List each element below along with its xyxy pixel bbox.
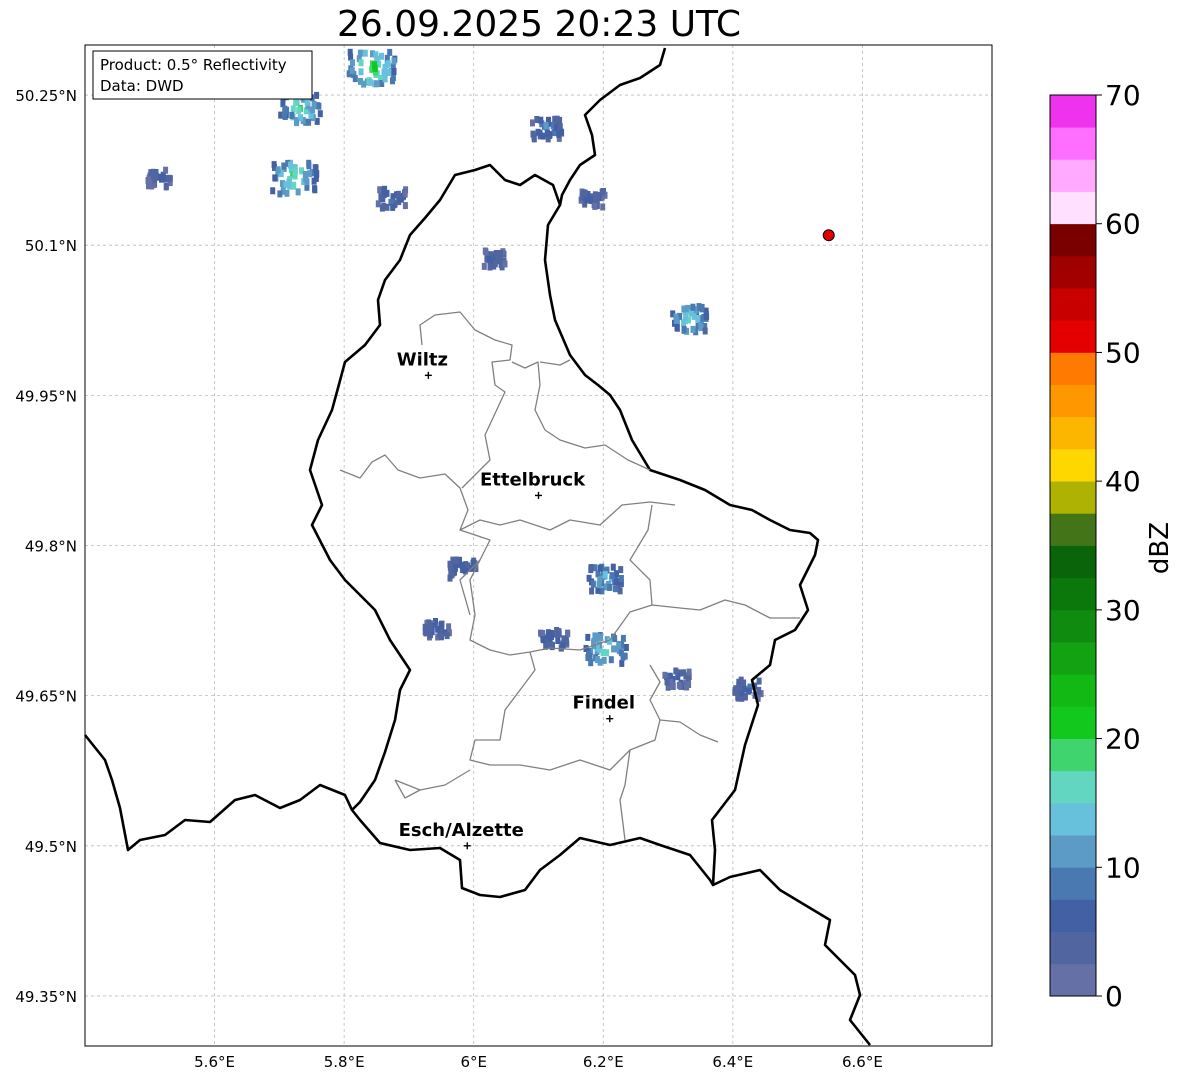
colorbar-cell — [1050, 706, 1096, 739]
colorbar-cell — [1050, 448, 1096, 482]
colorbar-cell — [1050, 191, 1096, 225]
colorbar-cell — [1050, 835, 1096, 868]
colorbar-tick-label: 20 — [1105, 723, 1141, 756]
colorbar-tick-label: 70 — [1105, 79, 1141, 112]
colorbar-cell — [1050, 577, 1096, 611]
colorbar-cell — [1050, 770, 1096, 804]
colorbar-label: dBZ — [1145, 522, 1175, 574]
colorbar-cell — [1050, 288, 1096, 321]
colorbar-cell — [1050, 609, 1096, 643]
colorbar-ticks: 0 10 20 30 40 50 60 70 — [1096, 79, 1141, 1013]
colorbar-cell — [1050, 127, 1096, 160]
colorbar-cell — [1050, 481, 1096, 514]
colorbar: 0 10 20 30 40 50 60 70 dBZ — [1049, 79, 1175, 1013]
colorbar-cells — [1050, 95, 1096, 997]
colorbar-cell — [1050, 95, 1096, 128]
colorbar-cell — [1050, 931, 1096, 965]
colorbar-cell — [1050, 963, 1096, 997]
colorbar-cell — [1050, 416, 1096, 450]
colorbar-cell — [1050, 255, 1096, 289]
colorbar-cell — [1050, 384, 1096, 418]
colorbar-cell — [1050, 223, 1096, 257]
colorbar-cell — [1050, 642, 1096, 675]
colorbar-cell — [1050, 802, 1096, 836]
colorbar-cell — [1050, 545, 1096, 579]
colorbar-tick-label: 40 — [1105, 465, 1141, 498]
colorbar-cell — [1050, 738, 1096, 772]
colorbar-tick-label: 50 — [1105, 336, 1141, 369]
colorbar-cell — [1050, 674, 1096, 707]
colorbar-cell — [1050, 320, 1096, 353]
colorbar-cell — [1050, 899, 1096, 933]
colorbar-cell — [1050, 867, 1096, 900]
colorbar-cell — [1050, 513, 1096, 546]
colorbar-tick-label: 0 — [1105, 980, 1123, 1013]
colorbar-tick-label: 60 — [1105, 208, 1141, 241]
colorbar-cell — [1050, 352, 1096, 386]
colorbar-tick-label: 30 — [1105, 594, 1141, 627]
colorbar-cell — [1050, 159, 1096, 192]
colorbar-tick-label: 10 — [1105, 851, 1141, 884]
